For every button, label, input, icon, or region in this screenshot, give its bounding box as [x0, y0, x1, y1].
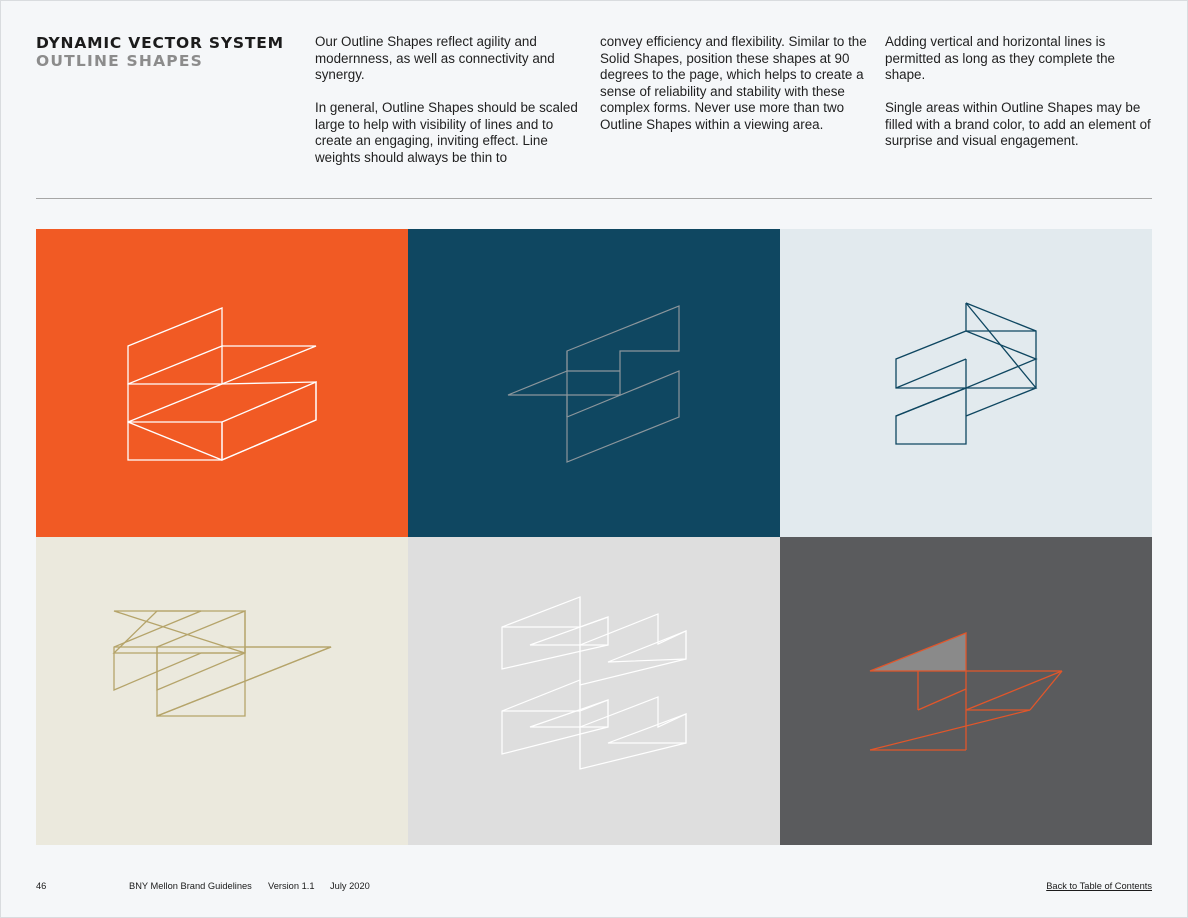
paragraph: In general, Outline Shapes should be sca…	[315, 100, 578, 165]
light-gray-tile	[408, 537, 780, 845]
page-number: 46	[36, 881, 47, 891]
divider	[36, 198, 1152, 199]
paragraph: Adding vertical and horizontal lines is …	[885, 34, 1116, 82]
outline-shape-graphic	[112, 610, 332, 717]
version-label: Version 1.1	[268, 881, 315, 891]
outline-shapes-grid	[36, 229, 1152, 845]
outline-shape-graphic	[501, 596, 687, 770]
back-to-contents-link[interactable]: Back to Table of Contents	[1046, 881, 1152, 892]
paragraph: Our Outline Shapes reflect agility and m…	[315, 34, 555, 82]
text-column-1: Our Outline Shapes reflect agility and m…	[315, 34, 587, 166]
text-column-3: Adding vertical and horizontal lines is …	[885, 34, 1157, 150]
outline-shape-graphic	[127, 307, 317, 461]
paragraph: Single areas within Outline Shapes may b…	[885, 100, 1151, 148]
page-subtitle: OUTLINE SHAPES	[36, 52, 203, 70]
guide-name: BNY Mellon Brand Guidelines	[129, 881, 252, 891]
orange-tile	[36, 229, 408, 537]
cream-tile	[36, 537, 408, 845]
navy-tile	[408, 229, 780, 537]
paragraph: convey efficiency and flexibility. Simil…	[600, 34, 867, 132]
outline-shape-graphic	[895, 302, 1038, 445]
text-column-2: convey efficiency and flexibility. Simil…	[600, 34, 872, 133]
pale-blue-tile	[780, 229, 1152, 537]
title-block: DYNAMIC VECTOR SYSTEM OUTLINE SHAPES	[36, 34, 284, 70]
charcoal-tile	[780, 537, 1152, 845]
outline-shape-graphic	[869, 632, 1063, 751]
date-label: July 2020	[330, 881, 370, 891]
outline-shape-graphic	[507, 305, 680, 463]
page-title: DYNAMIC VECTOR SYSTEM	[36, 34, 284, 52]
